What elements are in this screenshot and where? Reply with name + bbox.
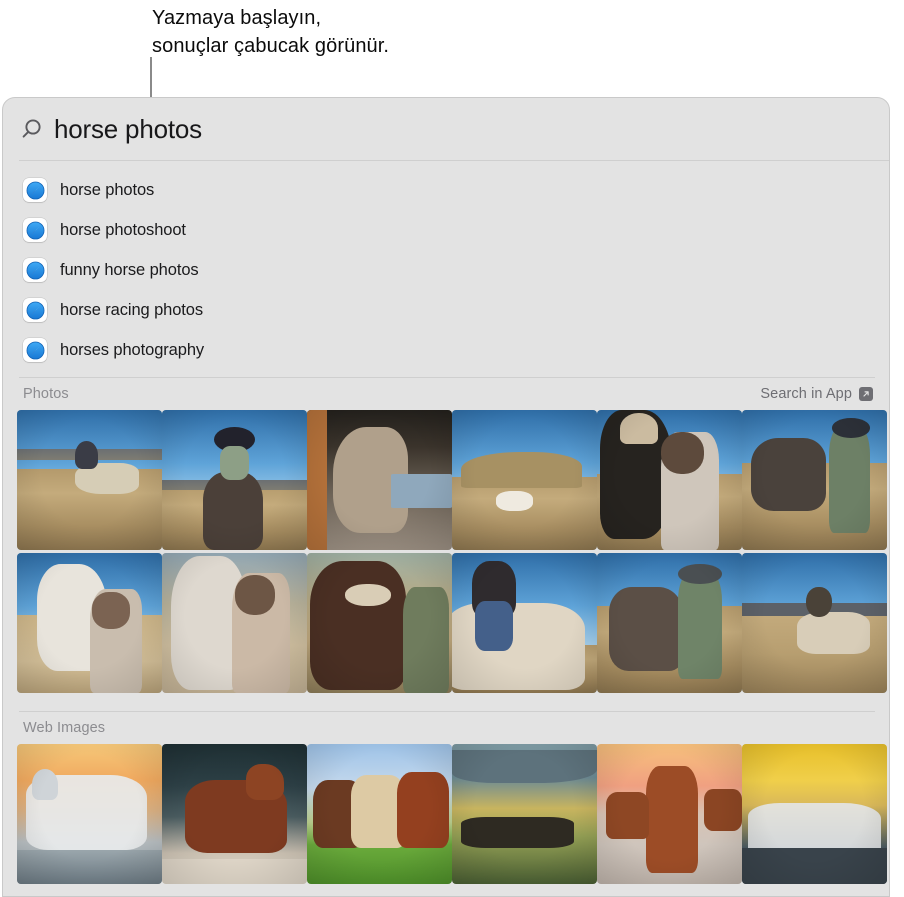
photo-thumbnail[interactable] [742, 410, 887, 550]
safari-compass-icon [23, 258, 47, 282]
safari-compass-icon [23, 178, 47, 202]
suggestion-item-0[interactable]: horse photos [3, 170, 889, 210]
suggestion-item-3[interactable]: horse racing photos [3, 290, 889, 330]
photos-row-1 [3, 410, 889, 550]
photo-thumbnail[interactable] [452, 553, 597, 693]
suggestion-label: horse racing photos [60, 300, 204, 319]
suggestion-item-4[interactable]: horses photography [3, 330, 889, 370]
photo-thumbnail[interactable] [162, 410, 307, 550]
web-image-thumbnail[interactable] [307, 744, 452, 884]
photo-thumbnail[interactable] [597, 410, 742, 550]
photo-thumbnail[interactable] [452, 410, 597, 550]
safari-compass-icon [23, 298, 47, 322]
suggestion-item-2[interactable]: funny horse photos [3, 250, 889, 290]
photo-thumbnail[interactable] [742, 553, 887, 693]
web-image-thumbnail[interactable] [742, 744, 887, 884]
web-images-row-1 [3, 744, 889, 884]
photos-section-title: Photos [23, 386, 69, 402]
suggestion-label: horses photography [60, 340, 205, 359]
web-image-thumbnail[interactable] [162, 744, 307, 884]
web-image-thumbnail[interactable] [597, 744, 742, 884]
web-image-thumbnail[interactable] [452, 744, 597, 884]
suggestion-item-1[interactable]: horse photoshoot [3, 210, 889, 250]
safari-compass-icon [23, 218, 47, 242]
search-icon [19, 116, 45, 142]
web-image-thumbnail[interactable] [17, 744, 162, 884]
photo-thumbnail[interactable] [307, 410, 452, 550]
callout-annotation: Yazmaya başlayın, sonuçlar çabucak görün… [152, 4, 752, 60]
photos-section-header: Photos Search in App [3, 378, 889, 410]
photos-row-2 [3, 553, 889, 693]
suggestion-label: horse photos [60, 180, 155, 199]
search-in-app-button[interactable]: Search in App [760, 386, 873, 402]
photo-thumbnail[interactable] [17, 553, 162, 693]
callout-line-1: Yazmaya başlayın, [152, 7, 322, 29]
suggestion-label: funny horse photos [60, 260, 199, 279]
safari-search-suggestions-panel: horse photos horse photos horse photosho… [2, 97, 890, 897]
photo-thumbnail[interactable] [162, 553, 307, 693]
safari-compass-icon [23, 338, 47, 362]
search-field[interactable]: horse photos [3, 98, 889, 160]
suggestion-list: horse photos horse photoshoot funny hors… [3, 161, 889, 377]
photo-thumbnail[interactable] [17, 410, 162, 550]
photo-thumbnail[interactable] [597, 553, 742, 693]
web-images-section-title: Web Images [23, 720, 106, 736]
search-in-app-label: Search in App [760, 386, 852, 402]
web-images-section-header: Web Images [3, 712, 889, 744]
suggestion-label: horse photoshoot [60, 220, 186, 239]
arrow-up-right-box-icon [859, 387, 873, 401]
photo-thumbnail[interactable] [307, 553, 452, 693]
callout-line-2: sonuçlar çabucak görünür. [152, 35, 390, 57]
search-input-value[interactable]: horse photos [54, 114, 202, 145]
